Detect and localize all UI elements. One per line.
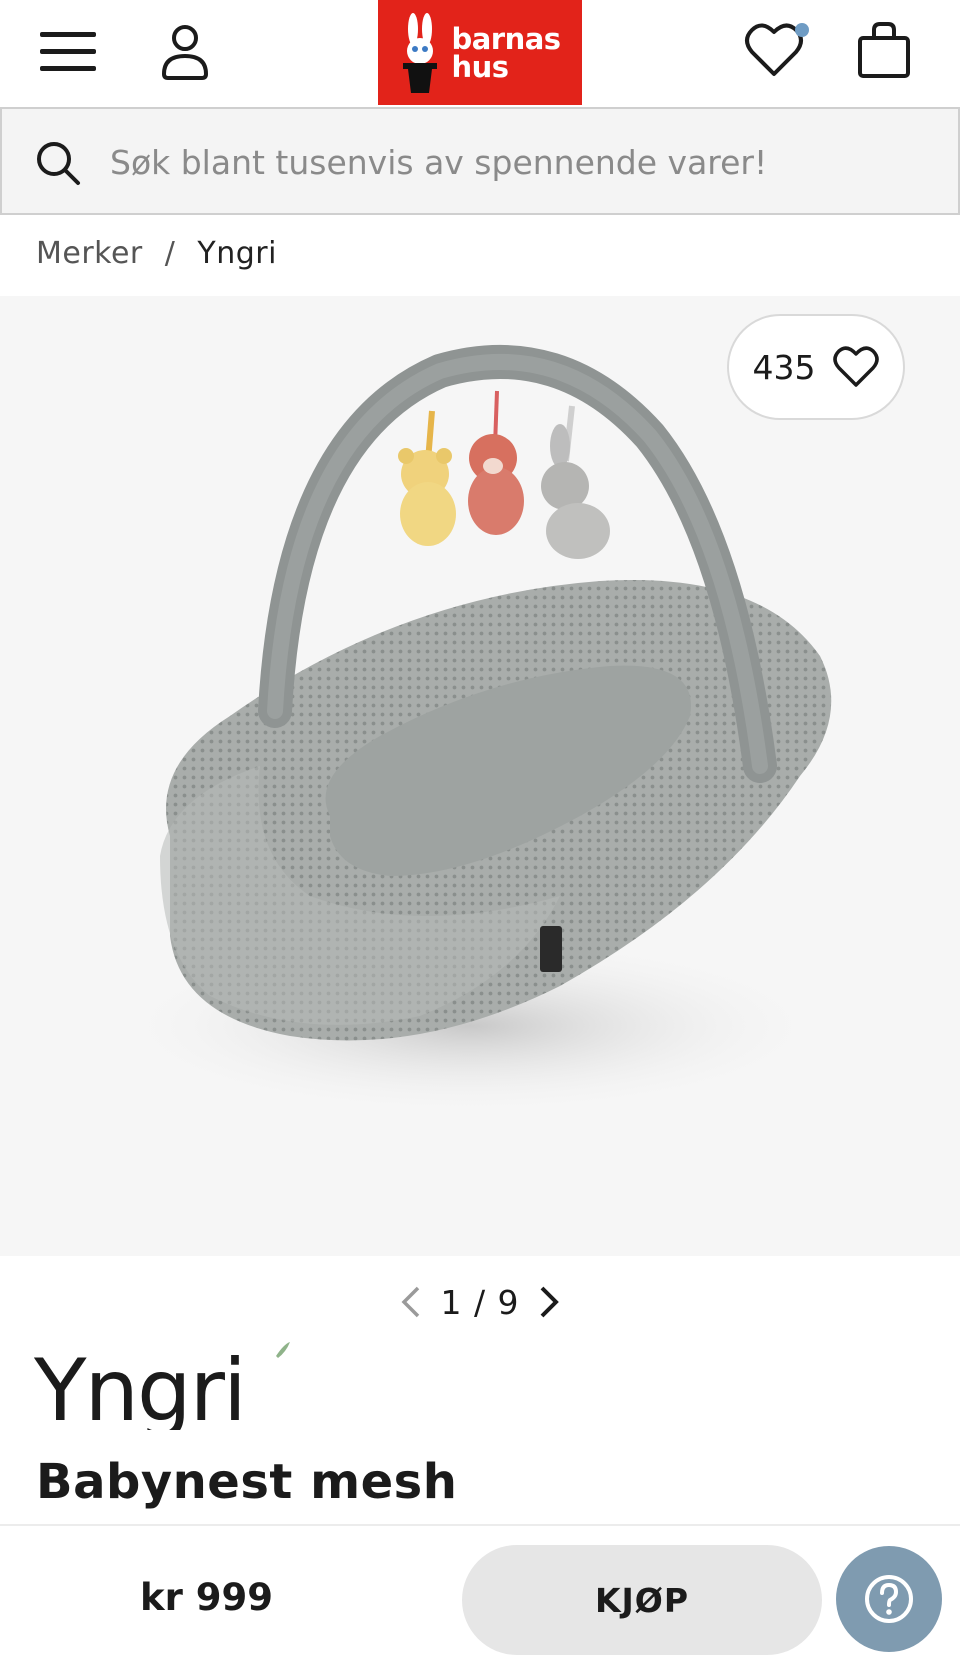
chevron-left-icon[interactable] [396,1282,426,1322]
search-input[interactable] [110,133,930,191]
product-gallery[interactable] [0,296,960,1256]
chevron-right-icon[interactable] [534,1282,564,1322]
product-price: kr 999 [140,1576,273,1619]
logo-line2: hus [451,49,509,84]
like-count: 435 [752,347,816,387]
breadcrumb-link-brands[interactable]: Merker [36,236,143,271]
breadcrumb: Merker / Yngri [36,236,277,271]
heart-icon [745,23,809,76]
breadcrumb-separator: / [164,236,176,271]
heart-outline-icon [832,346,879,387]
logo-line1: barnas [451,21,561,56]
product-image[interactable] [0,296,960,1256]
wishlist-indicator-dot [795,23,809,37]
help-button[interactable] [836,1546,942,1652]
toy-bunny [541,424,610,559]
brand-logo-text: Yngri [34,1341,245,1430]
gallery-pager: 1 / 9 [390,1278,570,1326]
hamburger-menu-icon [40,32,96,71]
menu-button[interactable] [38,26,100,78]
like-button[interactable]: 435 [727,314,905,420]
brand-logo[interactable]: Yngri [34,1340,294,1430]
search-bar [0,107,960,215]
breadcrumb-current: Yngri [197,236,277,271]
cart-button[interactable] [856,20,912,80]
user-account-icon [161,25,209,80]
product-title: Babynest mesh [36,1454,458,1510]
gallery-page-indicator: 1 / 9 [440,1282,520,1322]
search-icon[interactable] [34,139,82,187]
shopping-bag-icon [858,22,910,78]
site-logo[interactable]: barnas hus [378,0,582,105]
toy-bear [398,448,456,546]
toy-fox [468,434,524,535]
rabbit-hat-logo-icon [403,12,438,93]
header: barnas hus [0,0,960,107]
buy-button[interactable]: KJØP [462,1545,822,1655]
account-button[interactable] [158,22,212,82]
wishlist-button[interactable] [744,18,814,80]
logo-text: barnas hus [451,21,561,84]
question-mark-icon [865,1575,913,1623]
